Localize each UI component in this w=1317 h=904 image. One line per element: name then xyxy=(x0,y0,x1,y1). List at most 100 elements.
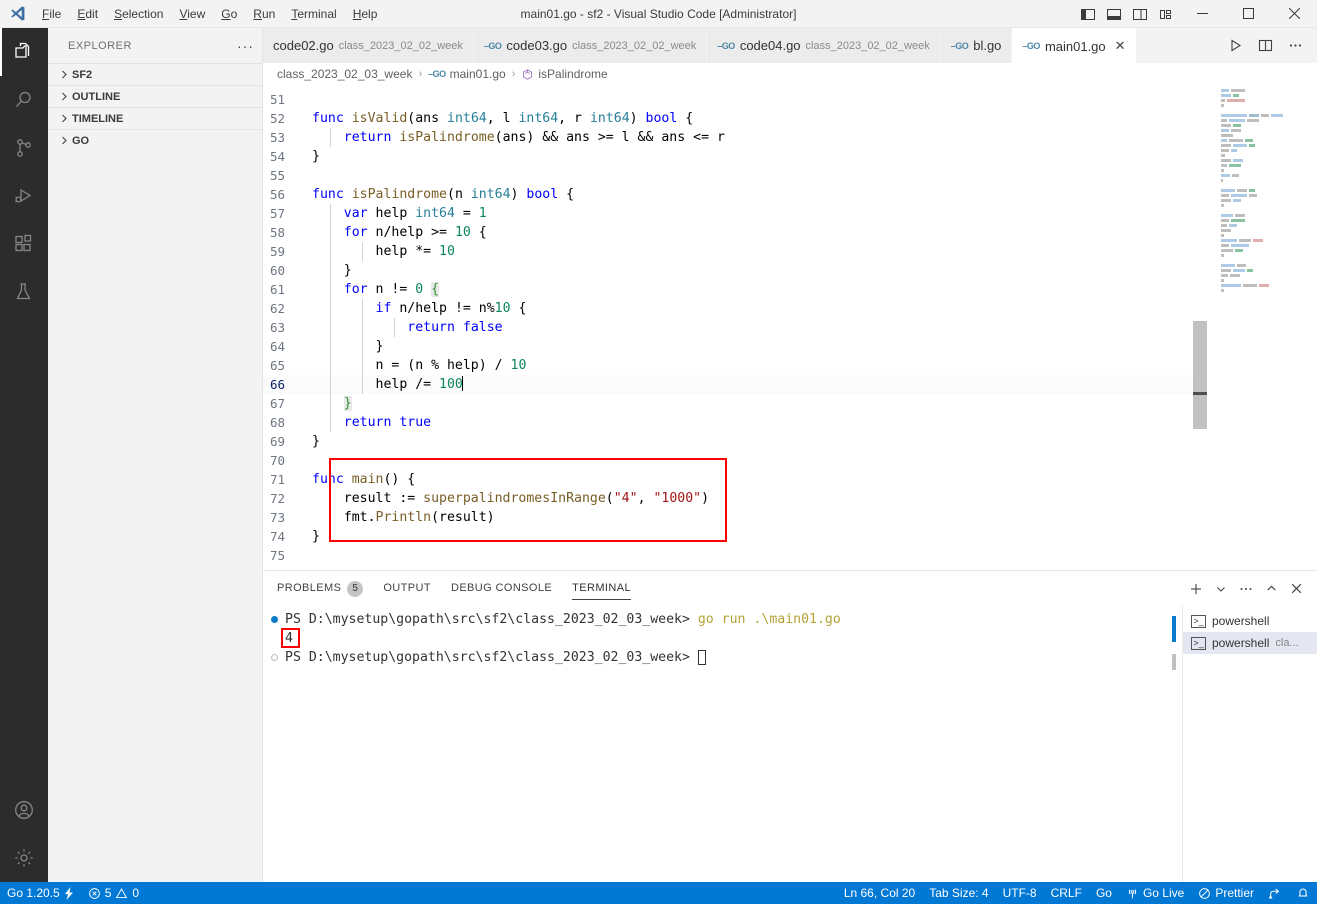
line-number: 52 xyxy=(269,111,285,126)
line-number: 57 xyxy=(269,206,285,221)
menu-selection[interactable]: Selection xyxy=(106,3,171,25)
code-content-area[interactable]: 51 52 func isValid(ans int64, l int64, r … xyxy=(263,85,1207,570)
terminal-scroll-marker xyxy=(1172,654,1176,670)
go-version-label: Go 1.20.5 xyxy=(7,886,60,900)
tab-code04-go[interactable]: –GO code04.go class_2023_02_02_week xyxy=(707,28,941,63)
status-problems[interactable]: 5 0 xyxy=(81,882,146,904)
tab-code02-go[interactable]: code02.go class_2023_02_02_week xyxy=(263,28,474,63)
minimap-line xyxy=(1221,104,1317,107)
menu-go[interactable]: Go xyxy=(213,3,245,25)
status-line-endings[interactable]: CRLF xyxy=(1044,882,1089,904)
tab-description: class_2023_02_02_week xyxy=(338,39,463,52)
tab-bl-go[interactable]: –GO bl.go xyxy=(940,28,1013,63)
minimap[interactable] xyxy=(1207,85,1317,570)
chevron-right-icon: › xyxy=(418,68,423,80)
sidebar-section-go[interactable]: GO xyxy=(48,129,262,151)
terminal-scrollbar[interactable] xyxy=(1172,616,1176,670)
line-number: 56 xyxy=(269,187,285,202)
activity-explorer[interactable] xyxy=(0,28,48,76)
line-number: 75 xyxy=(269,548,285,563)
breadcrumb-symbol[interactable]: isPalindrome xyxy=(521,67,608,81)
tab-code03-go[interactable]: –GO code03.go class_2023_02_02_week xyxy=(473,28,708,63)
minimap-line xyxy=(1221,289,1317,292)
more-actions-button[interactable] xyxy=(1281,32,1309,60)
status-tab-size[interactable]: Tab Size: 4 xyxy=(922,882,995,904)
minimap-line xyxy=(1221,279,1317,282)
maximize-panel-button[interactable] xyxy=(1260,578,1282,600)
breadcrumb-file[interactable]: –GO main01.go xyxy=(428,67,506,81)
status-remote-indicator[interactable] xyxy=(1261,882,1289,904)
code-line: 71 func main() { xyxy=(263,470,1207,489)
status-prettier[interactable]: Prettier xyxy=(1191,882,1261,904)
status-language-mode[interactable]: Go xyxy=(1089,882,1119,904)
status-bar: Go 1.20.5 5 0 Ln 66, Col 20 Tab Size: 4 … xyxy=(0,882,1317,904)
editor-scrollbar[interactable] xyxy=(1193,85,1207,570)
line-number: 58 xyxy=(269,225,285,240)
activity-run-debug[interactable] xyxy=(0,172,48,220)
panel-tab-debug-console[interactable]: DEBUG CONSOLE xyxy=(451,571,552,606)
activity-search[interactable] xyxy=(0,76,48,124)
explorer-sidebar: EXPLORER ··· SF2 OUTLINE TIMELINE GO xyxy=(48,28,263,882)
menu-view[interactable]: View xyxy=(171,3,213,25)
sidebar-section-sf2[interactable]: SF2 xyxy=(48,63,262,85)
editor-tab-bar: code02.go class_2023_02_02_week –GO code… xyxy=(263,28,1317,63)
terminal-list-item-powershell-1[interactable]: >_ powershell xyxy=(1183,610,1317,632)
customize-layout-icon[interactable] xyxy=(1153,1,1179,27)
panel-tab-label: OUTPUT xyxy=(383,582,431,594)
activity-accounts[interactable] xyxy=(0,786,48,834)
code-editor[interactable]: 51 52 func isValid(ans int64, l int64, r … xyxy=(263,85,1317,570)
minimap-line xyxy=(1221,134,1317,137)
problems-badge: 5 xyxy=(347,580,364,597)
minimap-line xyxy=(1221,159,1317,162)
activity-testing[interactable] xyxy=(0,268,48,316)
status-editor-position[interactable]: Ln 66, Col 20 xyxy=(837,882,922,904)
menu-edit[interactable]: Edit xyxy=(69,3,106,25)
sidebar-section-outline[interactable]: OUTLINE xyxy=(48,85,262,107)
panel-tab-problems[interactable]: PROBLEMS 5 xyxy=(277,571,364,606)
minimap-line xyxy=(1221,139,1317,142)
toggle-panel-icon[interactable] xyxy=(1101,1,1127,27)
activity-bar-spacer xyxy=(0,316,48,786)
toggle-secondary-sidebar-icon[interactable] xyxy=(1127,1,1153,27)
menu-run[interactable]: Run xyxy=(245,3,283,25)
minimap-line xyxy=(1221,184,1317,187)
panel-more-actions-button[interactable] xyxy=(1235,578,1257,600)
activity-extensions[interactable] xyxy=(0,220,48,268)
sidebar-more-actions-icon[interactable]: ··· xyxy=(237,38,254,54)
status-go-live[interactable]: Go Live xyxy=(1119,882,1191,904)
panel-tab-terminal[interactable]: TERMINAL xyxy=(572,571,631,606)
code-line: 70 xyxy=(263,451,1207,470)
terminal-list-item-powershell-2[interactable]: >_ powershell cla... xyxy=(1183,632,1317,654)
minimap-line xyxy=(1221,199,1317,202)
status-encoding[interactable]: UTF-8 xyxy=(996,882,1044,904)
editor-scrollbar-thumb[interactable] xyxy=(1193,321,1207,429)
close-button[interactable] xyxy=(1271,0,1317,28)
activity-settings[interactable] xyxy=(0,834,48,882)
close-panel-button[interactable] xyxy=(1285,578,1307,600)
terminal-dropdown-button[interactable] xyxy=(1210,578,1232,600)
menu-file[interactable]: File xyxy=(34,3,69,25)
code-line: 63 return false xyxy=(263,318,1207,337)
sidebar-section-label: TIMELINE xyxy=(72,112,124,125)
close-icon[interactable]: ✕ xyxy=(1115,38,1126,54)
breadcrumb-symbol-label: isPalindrome xyxy=(538,67,608,81)
activity-source-control[interactable] xyxy=(0,124,48,172)
tab-main01-go[interactable]: –GO main01.go ✕ xyxy=(1012,28,1137,63)
code-line: 51 xyxy=(263,90,1207,109)
code-line: 73 fmt.Println(result) xyxy=(263,508,1207,527)
status-go-version[interactable]: Go 1.20.5 xyxy=(0,882,81,904)
menu-help[interactable]: Help xyxy=(345,3,386,25)
run-code-button[interactable] xyxy=(1221,32,1249,60)
toggle-primary-sidebar-icon[interactable] xyxy=(1075,1,1101,27)
code-line-active[interactable]: 66 help /= 100 xyxy=(263,375,1207,394)
breadcrumb-folder[interactable]: class_2023_02_03_week xyxy=(277,67,412,81)
menu-terminal[interactable]: Terminal xyxy=(283,3,344,25)
terminal-output[interactable]: PS D:\mysetup\gopath\src\sf2\class_2023_… xyxy=(263,606,1182,882)
new-terminal-button[interactable] xyxy=(1185,578,1207,600)
sidebar-section-timeline[interactable]: TIMELINE xyxy=(48,107,262,129)
maximize-button[interactable] xyxy=(1225,0,1271,28)
status-notifications[interactable] xyxy=(1289,882,1317,904)
panel-tab-output[interactable]: OUTPUT xyxy=(383,571,431,606)
split-editor-button[interactable] xyxy=(1251,32,1279,60)
minimize-button[interactable] xyxy=(1179,0,1225,28)
